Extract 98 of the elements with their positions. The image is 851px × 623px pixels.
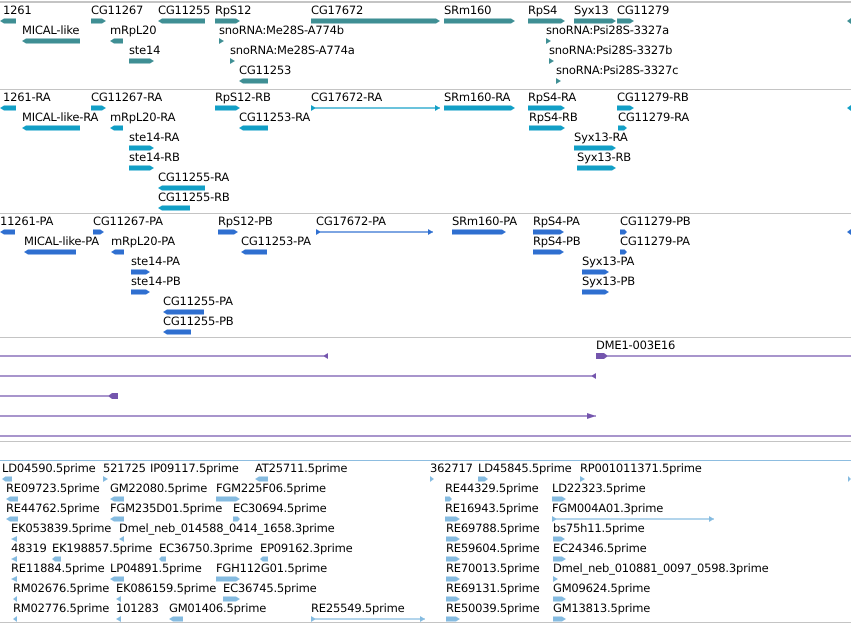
feature-label: Dmel_neb_010881_0097_0598.3prime [553, 562, 768, 575]
feature-label: FGM235D01.5prime [110, 502, 222, 515]
feature-label: CG11279-RA [618, 111, 690, 124]
feature-label: SRm160-PA [452, 215, 517, 228]
feature-label: EK053839.5prime [11, 522, 112, 535]
feature-label: CG11279 [617, 4, 670, 17]
feature-label: GM01406.5prime [169, 602, 266, 615]
feature-label: RpS4-RB [529, 111, 578, 124]
feature-label: RE16943.5prime [445, 502, 539, 515]
feature-label: CG11267 [91, 4, 144, 17]
feature-label: ste14-PA [131, 255, 180, 268]
feature-label: CG11253-RA [239, 111, 310, 124]
feature-label: ste14 [129, 44, 160, 57]
feature-label: Syx13 [574, 4, 609, 17]
feature-label: RM02676.5prime [13, 582, 110, 595]
feature-label: 1261-RA [3, 91, 50, 104]
feature-label: Syx13-PB [582, 275, 635, 288]
feature-label: snoRNA:Psi28S-3327c [556, 64, 678, 77]
feature-label: CG11267-RA [91, 91, 162, 104]
feature-label: RE70013.5prime [446, 562, 540, 575]
feature-label: DME1-003E16 [596, 339, 676, 352]
feature-label: RpS4 [528, 4, 558, 17]
feature-label: EC24346.5prime [553, 542, 647, 555]
feature-label: EK086159.5prime [116, 582, 216, 595]
feature-label: mRpL20-PA [111, 235, 175, 248]
feature-label: EP09162.3prime [260, 542, 352, 555]
feature-label: AT25711.5prime [255, 462, 348, 475]
feature-label: mRpL20-RA [110, 111, 176, 124]
feature-label: GM09624.5prime [553, 582, 650, 595]
feature-label: LD04590.5prime [2, 462, 96, 475]
feature-label: LD22323.5prime [552, 482, 646, 495]
feature-label: RP001011371.5prime [580, 462, 702, 475]
feature-label: EK198857.5prime [52, 542, 152, 555]
feature-label: CG11267-PA [93, 215, 163, 228]
feature-label: CG11279-PA [620, 235, 690, 248]
feature-label: FGH112G01.5prime [216, 562, 327, 575]
feature-label: 101283 [116, 602, 159, 615]
feature-label: RE44762.5prime [6, 502, 100, 515]
feature-label: 521725 [103, 462, 146, 475]
feature-label: ste14-PB [131, 275, 181, 288]
feature-label: RpS12-RB [215, 91, 271, 104]
feature-label: RpS4-PA [533, 215, 580, 228]
feature-label: FGM225F06.5prime [216, 482, 326, 495]
feature-label: RpS4-PB [533, 235, 580, 248]
feature-label: EC30694.5prime [233, 502, 327, 515]
feature-label: GM22080.5prime [110, 482, 208, 495]
feature-label: mRpL20 [110, 24, 156, 37]
feature-label: LD45845.5prime [478, 462, 572, 475]
feature-label: snoRNA:Me28S-A774a [230, 44, 355, 57]
feature-label: 11261-PA [0, 215, 54, 228]
feature-label: RpS4-RA [528, 91, 576, 104]
feature-label: Dmel_neb_014588_0414_1658.3prime [119, 522, 334, 535]
feature-label: RM02776.5prime [13, 602, 110, 615]
feature-label: RE69788.5prime [446, 522, 540, 535]
feature-label: 48319 [11, 542, 47, 555]
feature-label: CG11253 [239, 64, 292, 77]
feature-label: CG11255-RA [158, 171, 230, 184]
feature-label: snoRNA:Me28S-A774b [219, 24, 344, 37]
feature-label: 1261 [3, 4, 32, 17]
feature-label: CG17672-RA [311, 91, 382, 104]
feature-label: CG11279-RB [617, 91, 689, 104]
feature-label: ste14-RA [129, 131, 180, 144]
feature-label: FGM004A01.3prime [552, 502, 664, 515]
feature-label: RE11884.5prime [11, 562, 105, 575]
feature-label: snoRNA:Psi28S-3327b [549, 44, 672, 57]
feature-label: RpS12 [215, 4, 252, 17]
feature-label: CG11255-PB [163, 315, 234, 328]
feature-label: RE59604.5prime [446, 542, 540, 555]
feature-label: RpS12-PB [218, 215, 273, 228]
feature-label: bs75h11.5prime [553, 522, 645, 535]
feature-label: SRm160-RA [444, 91, 510, 104]
feature-label: ste14-RB [129, 151, 180, 164]
feature-label: CG11253-PA [241, 235, 311, 248]
feature-label: CG11255-RB [158, 191, 230, 204]
feature-label: MICAL-like [22, 24, 80, 37]
feature-label: LP04891.5prime [110, 562, 202, 575]
feature-label: RE25549.5prime [311, 602, 405, 615]
feature-label: Syx13-PA [582, 255, 634, 268]
feature-label: 362717 [430, 462, 473, 475]
feature-label: EC36750.3prime [159, 542, 253, 555]
feature-label: snoRNA:Psi28S-3327a [546, 24, 669, 37]
feature-label: MICAL-like-RA [22, 111, 98, 124]
feature-label: IP09117.5prime [150, 462, 239, 475]
feature-label: SRm160 [444, 4, 492, 17]
feature-label: Syx13-RB [577, 151, 631, 164]
feature-label: RE44329.5prime [445, 482, 539, 495]
feature-label: RE50039.5prime [446, 602, 540, 615]
feature-label: CG11255 [158, 4, 210, 17]
feature-label: Syx13-RA [574, 131, 628, 144]
feature-label: MICAL-like-PA [24, 235, 99, 248]
feature-label: GM13813.5prime [553, 602, 650, 615]
feature-label: CG17672 [311, 4, 364, 17]
feature-label: CG11255-PA [163, 295, 233, 308]
feature-label: RE69131.5prime [446, 582, 540, 595]
feature-label: CG17672-PA [316, 215, 386, 228]
feature-label: RE09723.5prime [6, 482, 100, 495]
feature-label: EC36745.5prime [223, 582, 317, 595]
feature-label: CG11279-PB [620, 215, 690, 228]
